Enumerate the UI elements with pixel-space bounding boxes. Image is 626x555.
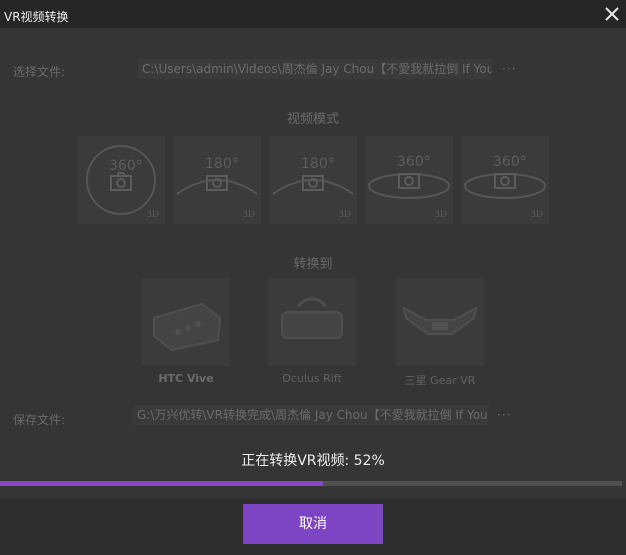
mode-tile-360-3d[interactable]: 360° 3D [77,136,165,224]
source-browse-button[interactable]: ··· [502,62,516,76]
device-label-gear-vr: 三星 Gear VR [404,374,476,387]
progress-bar [0,481,622,486]
mode-degree: 360° [109,158,143,174]
mode-3d-tag: 3D [338,210,351,220]
source-path-field[interactable]: C:\Users\admin\Videos\周杰倫 Jay Chou【不愛我就拉… [138,59,492,79]
save-browse-button[interactable]: ··· [497,408,511,422]
window-title: VR视频转换 [4,10,69,24]
mode-3d-tag: 3D [146,210,159,220]
progress-bar-fill [0,481,324,486]
mode-3d-tag: 3D [242,210,255,220]
mode-degree: 180° [301,156,335,172]
device-tile-htc-vive[interactable] [142,278,230,366]
mode-degree: 180° [205,156,239,172]
mode-3d-tag: 3D [434,210,447,220]
progress-status-text: 正在转换VR视频: 52% [241,453,385,469]
gear-vr-headset-icon [402,306,478,335]
close-icon[interactable] [602,4,622,24]
title-bar: VR视频转换 [0,0,626,28]
mode-degree: 360° [493,154,527,170]
save-path-field[interactable]: G:\万兴优转\VR转换完成\周杰倫 Jay Chou【不愛我就拉倒 If Yo… [133,405,489,425]
device-tile-gear-vr[interactable] [396,278,484,366]
convert-to-title: 转换到 [293,257,333,272]
video-mode-title: 视频模式 [286,112,339,127]
mode-tile-360-3d-ring-b[interactable]: 360° 3D [461,136,549,224]
save-file-label: 保存文件: [13,413,66,427]
device-label-oculus-rift: Oculus Rift [282,372,342,385]
htc-vive-headset-icon [153,302,222,352]
device-label-htc-vive: HTC Vive [158,372,214,385]
device-tile-oculus-rift[interactable] [268,278,356,366]
mode-tile-180-3d-b[interactable]: 180° 3D [269,136,357,224]
source-file-label: 选择文件: [13,65,66,79]
mode-degree: 360° [397,154,431,170]
oculus-rift-headset-icon [281,297,343,339]
mode-3d-tag: 3D [530,210,543,220]
cancel-button[interactable]: 取消 [243,504,383,544]
mode-tile-180-3d[interactable]: 180° 3D [173,136,261,224]
mode-tile-360-3d-ring[interactable]: 360° 3D [365,136,453,224]
